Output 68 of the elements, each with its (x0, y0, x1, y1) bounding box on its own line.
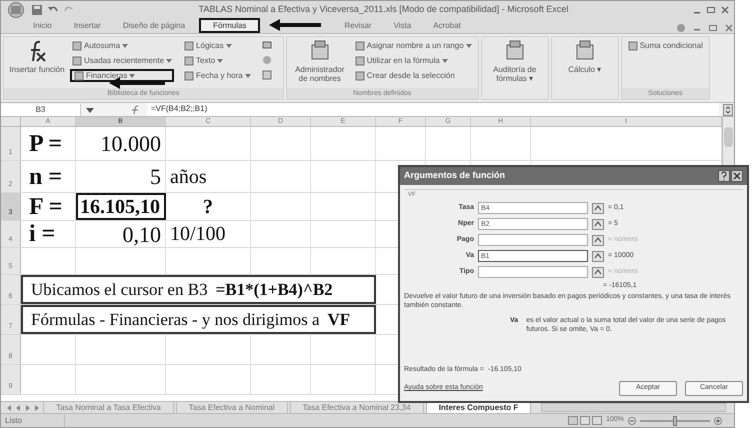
ribbon-button[interactable]: Administrador de nombres (290, 39, 349, 83)
ribbon-button[interactable]: Cálculo ▾ (556, 39, 614, 74)
zoom-in-icon[interactable] (714, 416, 722, 424)
ribbon-tab[interactable]: Revisar (336, 19, 380, 33)
table-cell: 16.105,10 (76, 193, 166, 220)
ribbon-button[interactable]: Autosuma (70, 39, 174, 52)
table-cell: 5 (76, 161, 166, 192)
table-cell: i = (21, 221, 76, 247)
collapse-icon[interactable] (592, 218, 604, 230)
note-text: Ubicamos el cursor en B3 =B1*(1+B4)^B2 (21, 275, 376, 304)
table-cell: años (166, 161, 251, 192)
command-icon (628, 40, 638, 50)
collapse-icon[interactable] (592, 202, 604, 214)
table-cell: 10/100 (166, 221, 251, 247)
ribbon-button[interactable]: Suma condicional (626, 39, 705, 52)
ribbon-tab[interactable]: Vista (386, 19, 420, 33)
collapse-icon[interactable] (592, 234, 604, 246)
ribbon-button[interactable]: Usadas recientemente (70, 54, 174, 67)
slider-thumb[interactable] (673, 416, 677, 426)
restore-icon[interactable] (708, 23, 718, 33)
ribbon-tab[interactable]: Diseño de página (114, 19, 194, 33)
command-icon (184, 40, 194, 50)
command-icon (184, 56, 194, 66)
dialog-title: Argumentos de función (404, 169, 506, 182)
ribbon-tab[interactable]: Acrobat (425, 19, 469, 33)
expand-icon[interactable] (723, 104, 733, 116)
ribbon-button[interactable]: Texto (182, 54, 253, 67)
table-cell: ? (166, 193, 251, 220)
ribbon-tab[interactable]: Inicio (25, 19, 60, 33)
command-icon (354, 56, 365, 66)
command-icon (354, 40, 365, 50)
formula-field[interactable]: =VF(B4;B2;;B1) (147, 103, 719, 116)
table-cell: 0,10 (76, 221, 166, 247)
ribbon-button[interactable]: Lógicas (182, 39, 253, 52)
collapse-icon[interactable] (592, 266, 604, 278)
view-buttons-icon[interactable] (568, 416, 602, 425)
collapse-icon[interactable] (592, 250, 604, 262)
annotation-arrow (109, 77, 165, 89)
save-icon[interactable] (31, 4, 43, 16)
ribbon-button[interactable]: Insertar función (8, 39, 66, 74)
close-icon[interactable] (731, 170, 743, 182)
annotation-arrow (269, 19, 321, 31)
maximize-icon[interactable] (706, 4, 716, 14)
input-field[interactable] (478, 266, 588, 278)
ribbon-button[interactable]: Crear desde la selección (352, 69, 474, 82)
ribbon-tab[interactable]: Insertar (66, 19, 109, 33)
ribbon-button[interactable]: Auditoría de fórmulas ▾ (486, 39, 544, 83)
ribbon-tab[interactable]: Fórmulas (199, 18, 260, 33)
table-cell: P = (21, 127, 76, 160)
note-text: Fórmulas - Financieras - y nos dirigimos a VF (21, 305, 376, 334)
table-cell: 10.000 (76, 127, 166, 160)
zoom-out-icon[interactable] (628, 416, 636, 424)
window-title: TABLAS Nominal a Efectiva y Viceversa_2011.xls [Modo de compatibilidad] - Microsoft Excel (198, 2, 570, 16)
status-text: Listo (5, 414, 65, 426)
ribbon-button[interactable]: Asignar nombre a un rango (352, 39, 474, 52)
command-icon (354, 70, 365, 80)
table-cell: n = (21, 161, 76, 192)
command-icon (184, 70, 194, 80)
scrollbar[interactable] (541, 403, 726, 412)
sheet-navigation-icon[interactable] (5, 404, 41, 412)
close-icon[interactable] (720, 4, 730, 14)
office-button-icon[interactable] (5, 2, 27, 18)
ribbon-button[interactable]: Fecha y hora (182, 69, 253, 82)
ribbon-button[interactable]: Utilizar en la fórmula (352, 54, 474, 67)
name-box[interactable]: B3 (1, 104, 81, 116)
table-cell: F = (21, 193, 76, 220)
dropdown-icon[interactable] (85, 106, 95, 114)
input-field[interactable] (478, 234, 588, 246)
